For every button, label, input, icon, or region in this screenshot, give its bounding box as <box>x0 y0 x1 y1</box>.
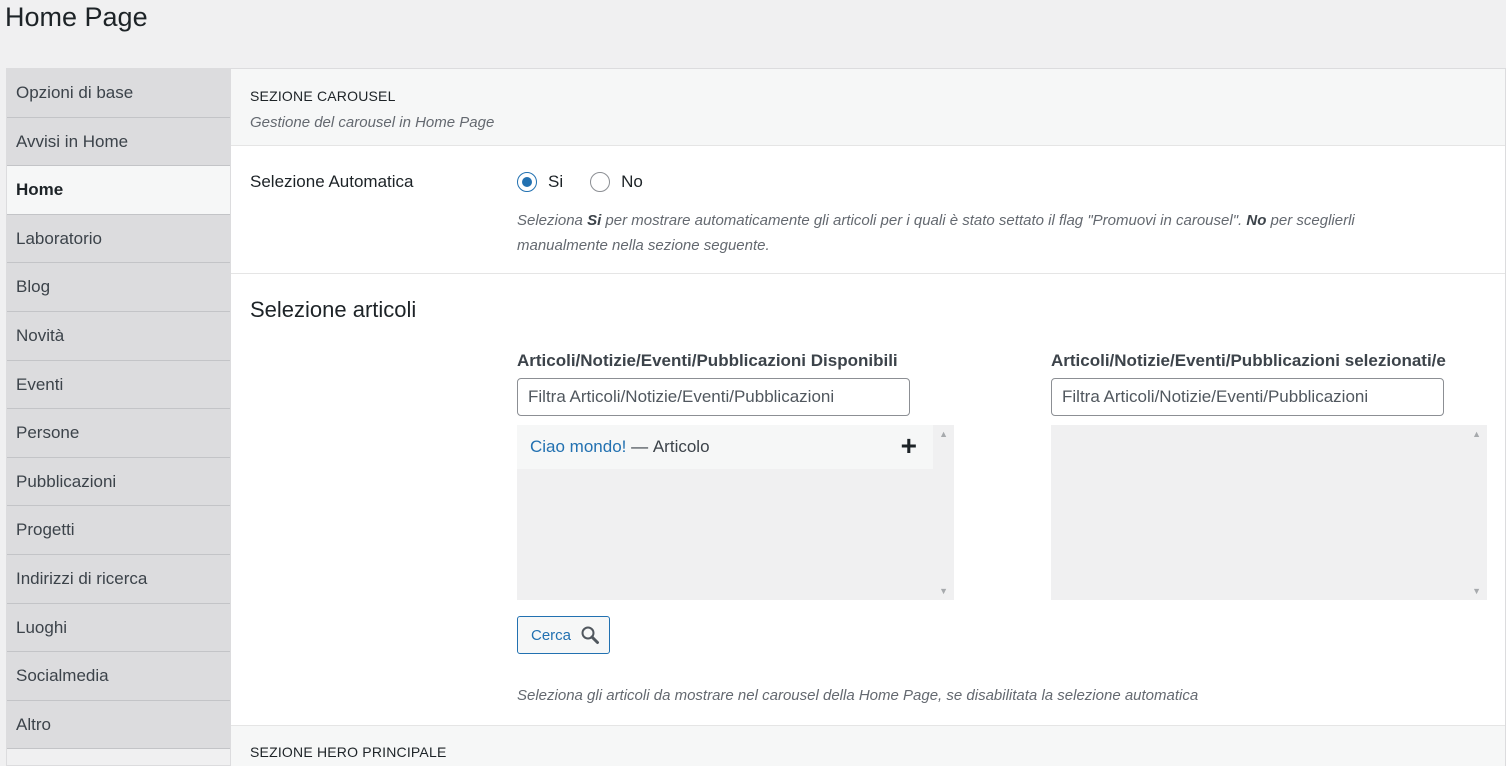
scroll-up-icon[interactable]: ▲ <box>1472 429 1481 439</box>
options-panel: Opzioni di base Avvisi in Home Home Labo… <box>6 68 1506 766</box>
available-list[interactable]: Ciao mondo! — Articolo + ▲ ▼ <box>517 425 954 600</box>
sidebar-item-progetti[interactable]: Progetti <box>7 506 230 555</box>
selection-title: Selezione articoli <box>250 297 417 322</box>
auto-selection-row: Selezione Automatica Si No Seleziona Si … <box>231 146 1505 274</box>
sidebar-item-altro[interactable]: Altro <box>7 700 230 750</box>
sidebar-item-home[interactable]: Home <box>7 166 230 215</box>
scroll-down-icon[interactable]: ▼ <box>1472 586 1481 596</box>
add-icon[interactable]: + <box>901 432 917 460</box>
auto-selection-label: Selezione Automatica <box>250 172 414 191</box>
radio-si[interactable] <box>517 172 537 192</box>
selected-header: Articoli/Notizie/Eventi/Pubblicazioni se… <box>1051 351 1446 370</box>
section-description: Gestione del carousel in Home Page <box>250 114 495 131</box>
main-content: SEZIONE CAROUSEL Gestione del carousel i… <box>231 69 1505 766</box>
auto-selection-radio-group: Si No <box>517 172 670 192</box>
radio-no[interactable] <box>590 172 611 192</box>
page-title: Home Page <box>5 2 148 32</box>
carousel-section-header: SEZIONE CAROUSEL Gestione del carousel i… <box>231 69 1505 146</box>
item-title-link[interactable]: Ciao mondo! <box>530 437 626 457</box>
selected-list[interactable]: ▲ ▼ <box>1051 425 1487 600</box>
auto-selection-help: Seleziona Si per mostrare automaticament… <box>517 212 1355 254</box>
scroll-down-icon[interactable]: ▼ <box>939 586 948 596</box>
sidebar-item-novita[interactable]: Novità <box>7 311 230 361</box>
sidebar-item-pubblicazioni[interactable]: Pubblicazioni <box>7 457 230 507</box>
sidebar-item-eventi[interactable]: Eventi <box>7 360 230 410</box>
filter-available-input[interactable] <box>517 378 910 416</box>
sidebar-item-laboratorio[interactable]: Laboratorio <box>7 214 230 264</box>
search-button-label: Cerca <box>531 626 572 644</box>
search-button[interactable]: Cerca <box>517 616 610 654</box>
sidebar-item-blog[interactable]: Blog <box>7 263 230 312</box>
section-title: SEZIONE HERO PRINCIPALE <box>250 744 447 760</box>
sidebar-item-socialmedia[interactable]: Socialmedia <box>7 652 230 701</box>
selection-help: Seleziona gli articoli da mostrare nel c… <box>517 687 1199 704</box>
scroll-up-icon[interactable]: ▲ <box>939 429 948 439</box>
item-separator: — <box>626 437 653 456</box>
sidebar: Opzioni di base Avvisi in Home Home Labo… <box>7 69 231 765</box>
radio-no-label[interactable]: No <box>621 172 643 192</box>
hero-section-header: SEZIONE HERO PRINCIPALE <box>231 725 1505 766</box>
sidebar-item-luoghi[interactable]: Luoghi <box>7 603 230 653</box>
sidebar-item-persone[interactable]: Persone <box>7 409 230 458</box>
search-icon <box>581 626 600 644</box>
item-type: Articolo <box>652 437 710 456</box>
sidebar-item-opzioni-di-base[interactable]: Opzioni di base <box>7 69 230 118</box>
sidebar-item-indirizzi-di-ricerca[interactable]: Indirizzi di ricerca <box>7 554 230 604</box>
radio-si-label[interactable]: Si <box>548 172 563 192</box>
filter-selected-input[interactable] <box>1051 378 1444 416</box>
available-header: Articoli/Notizie/Eventi/Pubblicazioni Di… <box>517 351 898 370</box>
section-title: SEZIONE CAROUSEL <box>250 88 396 104</box>
sidebar-item-avvisi-in-home[interactable]: Avvisi in Home <box>7 117 230 167</box>
list-item[interactable]: Ciao mondo! — Articolo + <box>517 425 933 469</box>
